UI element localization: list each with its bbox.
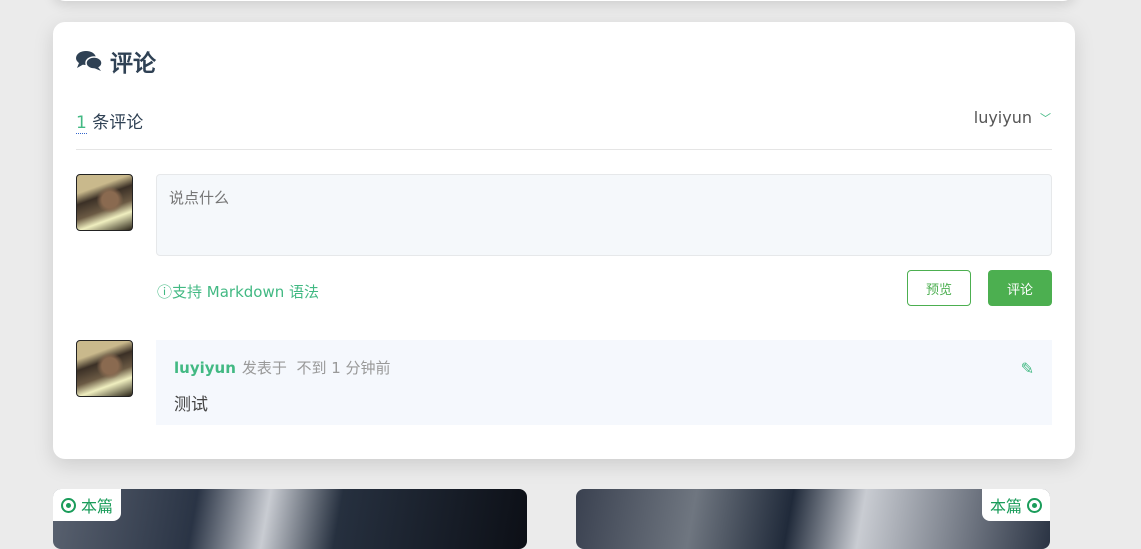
comments-icon [76,51,102,71]
chevron-down-icon: ﹀ [1040,111,1051,125]
user-name: luyiyun [973,108,1032,127]
comment-meta: luyiyun 发表于 不到 1 分钟前 [174,357,1034,378]
edit-pencil-icon[interactable]: ✎ [1021,359,1034,378]
target-icon [61,497,76,513]
posted-label: 发表于 [241,359,287,377]
comment-item: luyiyun 发表于 不到 1 分钟前 测试 ✎ [156,340,1052,425]
post-tag-label: 本篇 [81,497,114,516]
comments-panel: 评论 1 条评论 luyiyun﹀ ⓘ支持 Markdown 语法 预览 评论 … [53,22,1075,459]
comment-author[interactable]: luyiyun [174,359,236,377]
comment-input[interactable] [156,174,1052,256]
prev-post-card[interactable]: 本篇 [53,489,527,549]
section-title-text: 评论 [110,51,156,77]
markdown-hint-text: 支持 Markdown 语法 [172,283,320,301]
target-icon [1027,497,1042,513]
user-menu[interactable]: luyiyun ﹀ [974,108,1051,127]
post-tag: 本篇 [981,489,1050,521]
section-title: 评论 [76,44,156,78]
submit-button[interactable]: 评论 [988,270,1052,306]
markdown-hint[interactable]: ⓘ支持 Markdown 语法 [157,281,319,302]
comment-count: 1 条评论 [76,108,144,134]
next-post-card[interactable]: 本篇 [576,489,1050,549]
post-tag-label: 本篇 [989,497,1022,516]
previous-card [53,0,1075,1]
avatar [76,340,133,397]
avatar [76,174,133,231]
divider [76,149,1052,150]
post-tag: 本篇 [53,489,122,521]
info-icon: ⓘ [157,283,173,301]
comment-count-number: 1 [76,113,87,134]
comment-text: 测试 [174,395,208,415]
comment-count-label: 条评论 [92,113,144,133]
preview-button[interactable]: 预览 [907,270,971,306]
comment-time: 不到 1 分钟前 [296,359,391,377]
